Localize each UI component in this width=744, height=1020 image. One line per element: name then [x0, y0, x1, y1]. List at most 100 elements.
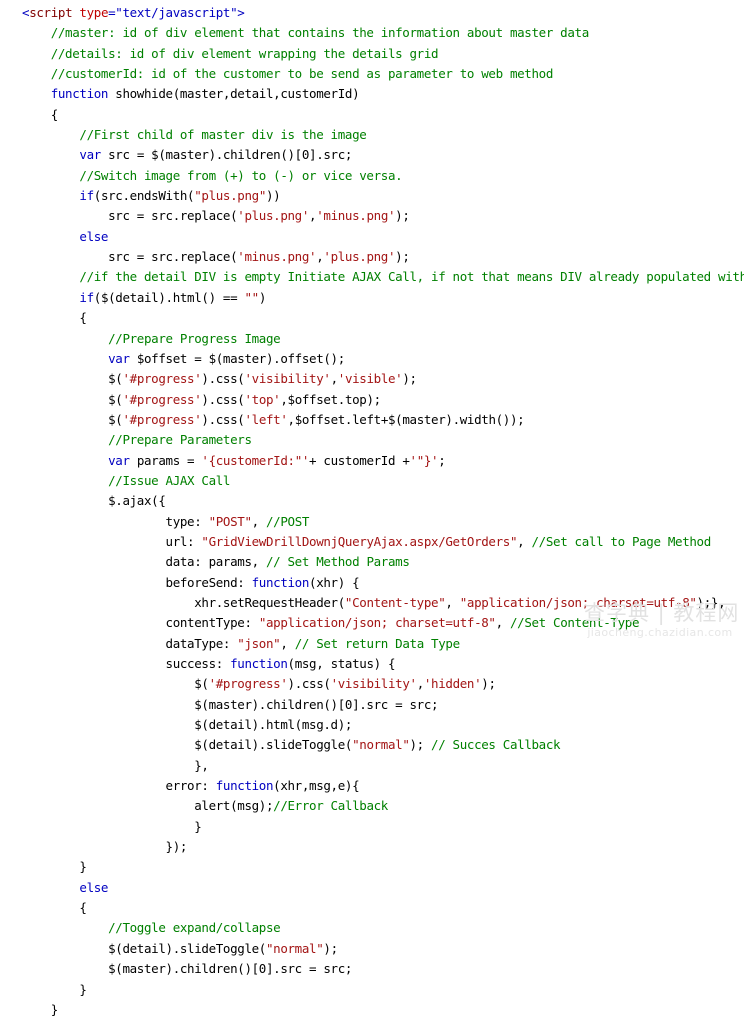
- code-token-kw: function: [230, 656, 287, 671]
- code-token-attr: type: [79, 5, 108, 20]
- code-token-com: //First child of master div is the image: [79, 127, 366, 142]
- code-indent: [22, 920, 108, 935]
- code-token-plain: src = $(master).children()[0].src;: [101, 147, 352, 162]
- code-token-com: //Set Content-Type: [510, 615, 639, 630]
- code-indent: [22, 514, 166, 529]
- code-token-plain: + customerId +: [309, 453, 409, 468]
- code-token-plain: $offset = $(master).offset();: [130, 351, 345, 366]
- code-token-plain: showhide(master,detail,customerId): [108, 86, 359, 101]
- code-token-plain: }: [51, 1002, 58, 1017]
- code-indent: [22, 819, 194, 834]
- code-indent: [22, 127, 79, 142]
- code-indent: [22, 351, 108, 366]
- code-token-plain: alert(msg);: [194, 798, 273, 813]
- code-line: else: [0, 227, 744, 247]
- code-indent: [22, 453, 108, 468]
- code-token-plain: },: [194, 758, 208, 773]
- code-token-str: "": [244, 290, 258, 305]
- code-token-plain: $(detail).html(msg.d);: [194, 717, 352, 732]
- code-indent: [22, 982, 79, 997]
- code-token-plain: );},: [697, 595, 726, 610]
- code-indent: [22, 717, 194, 732]
- code-indent: [22, 676, 194, 691]
- code-token-com: //Set call to Page Method: [532, 534, 711, 549]
- code-token-kw: var: [108, 351, 130, 366]
- code-token-plain: }: [194, 819, 201, 834]
- code-token-plain: ,: [280, 636, 294, 651]
- code-token-str: "GridViewDrillDownjQueryAjax.aspx/GetOrd…: [201, 534, 517, 549]
- code-token-plain: ,: [417, 676, 424, 691]
- code-token-str: "plus.png": [194, 188, 266, 203]
- code-indent: [22, 554, 166, 569]
- code-indent: [22, 392, 108, 407]
- code-token-plain: }: [79, 859, 86, 874]
- code-token-com: // Succes Callback: [431, 737, 560, 752]
- code-token-com: //Error Callback: [273, 798, 388, 813]
- code-indent: [22, 249, 108, 264]
- code-token-str: '#progress': [122, 392, 201, 407]
- code-token-plain: );: [395, 208, 409, 223]
- code-line: {: [0, 898, 744, 918]
- code-line: });: [0, 837, 744, 857]
- code-indent: [22, 66, 51, 81]
- code-line: data: params, // Set Method Params: [0, 552, 744, 572]
- code-token-kw: var: [79, 147, 101, 162]
- code-token-com: //details: id of div element wrapping th…: [51, 46, 439, 61]
- code-line: //First child of master div is the image: [0, 125, 744, 145]
- code-token-plain: contentType:: [166, 615, 259, 630]
- code-token-str: '#progress': [209, 676, 288, 691]
- code-indent: [22, 636, 166, 651]
- code-token-plain: (xhr,msg,e){: [273, 778, 359, 793]
- code-line: error: function(xhr,msg,e){: [0, 776, 744, 796]
- code-token-plain: $(: [108, 371, 122, 386]
- code-token-plain: ,$offset.top);: [280, 392, 380, 407]
- code-indent: [22, 86, 51, 101]
- code-line: contentType: "application/json; charset=…: [0, 613, 744, 633]
- code-line: url: "GridViewDrillDownjQueryAjax.aspx/G…: [0, 532, 744, 552]
- code-token-str: 'minus.png': [237, 249, 316, 264]
- code-indent: [22, 615, 166, 630]
- code-line: //if the detail DIV is empty Initiate AJ…: [0, 267, 744, 287]
- code-token-com: //Prepare Progress Image: [108, 331, 280, 346]
- code-token-plain: ,: [331, 371, 338, 386]
- code-line: //Prepare Progress Image: [0, 329, 744, 349]
- code-token-plain: error:: [166, 778, 216, 793]
- code-token-plain: }: [79, 982, 86, 997]
- code-indent: [22, 839, 166, 854]
- code-indent: [22, 961, 108, 976]
- code-line: //Switch image from (+) to (-) or vice v…: [0, 166, 744, 186]
- code-token-plain: );: [481, 676, 495, 691]
- code-line: $('#progress').css('visibility','visible…: [0, 369, 744, 389]
- code-token-plain: ).css(: [288, 676, 331, 691]
- code-token-plain: {: [51, 107, 58, 122]
- code-indent: [22, 758, 194, 773]
- code-line: $('#progress').css('left',$offset.left+$…: [0, 410, 744, 430]
- code-token-plain: ): [259, 290, 266, 305]
- code-token-com: // Set Method Params: [266, 554, 410, 569]
- code-line: var src = $(master).children()[0].src;: [0, 145, 744, 165]
- code-line: }: [0, 1000, 744, 1020]
- code-indent: [22, 269, 79, 284]
- code-indent: [22, 290, 79, 305]
- code-token-plain: $(master).children()[0].src = src;: [194, 697, 438, 712]
- code-line: xhr.setRequestHeader("Content-type", "ap…: [0, 593, 744, 613]
- code-line: src = src.replace('plus.png','minus.png'…: [0, 206, 744, 226]
- code-line: success: function(msg, status) {: [0, 654, 744, 674]
- code-line: //Prepare Parameters: [0, 430, 744, 450]
- code-token-com: // Set return Data Type: [295, 636, 460, 651]
- code-indent: [22, 493, 108, 508]
- code-indent: [22, 412, 108, 427]
- code-token-str: "POST": [209, 514, 252, 529]
- code-token-plain: (xhr) {: [309, 575, 359, 590]
- code-token-com: //POST: [266, 514, 309, 529]
- code-token-com: //Switch image from (+) to (-) or vice v…: [79, 168, 402, 183]
- code-token-plain: $(: [108, 412, 122, 427]
- code-line: $(detail).slideToggle("normal");: [0, 939, 744, 959]
- code-token-plain: $(master).children()[0].src = src;: [108, 961, 352, 976]
- code-indent: [22, 473, 108, 488]
- code-token-str: "application/json; charset=utf-8": [259, 615, 496, 630]
- code-token-str: "application/json; charset=utf-8": [460, 595, 697, 610]
- code-line: $(detail).slideToggle("normal"); // Succ…: [0, 735, 744, 755]
- code-token-plain: ,: [445, 595, 459, 610]
- code-line: $('#progress').css('top',$offset.top);: [0, 390, 744, 410]
